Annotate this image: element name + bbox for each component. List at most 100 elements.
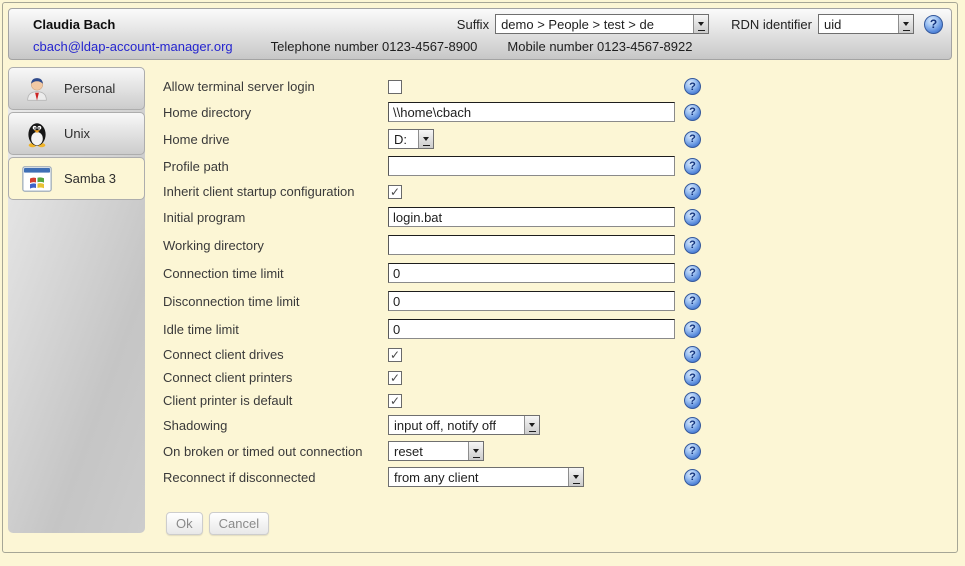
idle-time-limit-control-cell [388,319,684,339]
form-row-allow-terminal-server-login: Allow terminal server login? [163,75,952,98]
home-drive-select-value: D: [394,132,407,147]
help-icon[interactable]: ? [684,237,701,254]
tab-unix[interactable]: Unix [8,112,145,155]
chevron-down-icon [568,468,583,486]
allow-terminal-server-login-label: Allow terminal server login [163,79,388,94]
reconnect-if-disconnected-select[interactable]: from any client [388,467,584,487]
help-icon[interactable]: ? [684,346,701,363]
form-row-on-broken-or-timed-out-connection: On broken or timed out connectionreset? [163,438,952,464]
help-icon[interactable]: ? [684,78,701,95]
working-directory-input[interactable] [388,235,675,255]
disconnection-time-limit-label: Disconnection time limit [163,294,388,309]
help-icon[interactable]: ? [684,443,701,460]
help-icon[interactable]: ? [924,15,943,34]
form-rows: Allow terminal server login?Home directo… [163,75,952,490]
connect-client-drives-checkbox[interactable]: ✓ [388,348,402,362]
suffix-label: Suffix [457,17,489,32]
form-row-home-directory: Home directory? [163,98,952,126]
mobile-label: Mobile number [507,39,593,54]
chevron-down-icon [418,130,433,148]
tab-personal[interactable]: Personal [8,67,145,110]
form-row-shadowing: Shadowinginput off, notify off? [163,412,952,438]
connect-client-drives-label: Connect client drives [163,347,388,362]
form-row-inherit-client-startup-configuration: Inherit client startup configuration✓? [163,180,952,203]
telephone-label: Telephone number [271,39,379,54]
telephone-value: 0123-4567-8900 [382,39,477,54]
email-link[interactable]: cbach@ldap-account-manager.org [33,39,233,54]
rdn-identifier-label: RDN identifier [731,17,812,32]
profile-path-control-cell [388,156,684,176]
connect-client-drives-control-cell: ✓ [388,348,684,362]
idle-time-limit-input[interactable] [388,319,675,339]
form-row-idle-time-limit: Idle time limit? [163,315,952,343]
help-icon[interactable]: ? [684,369,701,386]
samba3-terminal-server-form: Allow terminal server login?Home directo… [163,67,952,535]
home-directory-input[interactable] [388,102,675,122]
suffix-select[interactable]: demo > People > test > de [495,14,709,34]
tab-samba3[interactable]: Samba 3 [8,157,145,200]
allow-terminal-server-login-control-cell [388,80,684,94]
help-icon[interactable]: ? [684,293,701,310]
help-icon[interactable]: ? [684,104,701,121]
inherit-client-startup-configuration-checkbox[interactable]: ✓ [388,185,402,199]
on-broken-or-timed-out-connection-select[interactable]: reset [388,441,484,461]
initial-program-input[interactable] [388,207,675,227]
reconnect-if-disconnected-select-value: from any client [394,470,479,485]
home-drive-select[interactable]: D: [388,129,434,149]
profile-path-input[interactable] [388,156,675,176]
disconnection-time-limit-input[interactable] [388,291,675,311]
inherit-client-startup-configuration-control-cell: ✓ [388,185,684,199]
connection-time-limit-input[interactable] [388,263,675,283]
person-icon [22,74,52,104]
windows-logo-icon [22,164,52,194]
form-row-connection-time-limit: Connection time limit? [163,259,952,287]
on-broken-or-timed-out-connection-control-cell: reset [388,441,684,461]
mobile-info: Mobile number 0123-4567-8922 [507,39,692,54]
connect-client-printers-control-cell: ✓ [388,371,684,385]
help-icon[interactable]: ? [684,417,701,434]
client-printer-is-default-control-cell: ✓ [388,394,684,408]
form-row-profile-path: Profile path? [163,152,952,180]
allow-terminal-server-login-checkbox[interactable] [388,80,402,94]
help-icon[interactable]: ? [684,321,701,338]
connect-client-printers-checkbox[interactable]: ✓ [388,371,402,385]
help-icon[interactable]: ? [684,392,701,409]
on-broken-or-timed-out-connection-select-value: reset [394,444,423,459]
client-printer-is-default-checkbox[interactable]: ✓ [388,394,402,408]
header-controls: Suffix demo > People > test > de RDN ide… [457,14,943,34]
connection-time-limit-control-cell [388,263,684,283]
help-icon[interactable]: ? [684,183,701,200]
shadowing-label: Shadowing [163,418,388,433]
rdn-select-value: uid [824,17,841,32]
form-row-connect-client-printers: Connect client printers✓? [163,366,952,389]
content-area: Personal Unix [8,67,952,535]
rdn-identifier-select[interactable]: uid [818,14,914,34]
module-tabs-sidebar: Personal Unix [8,67,145,533]
form-row-client-printer-is-default: Client printer is default✓? [163,389,952,412]
idle-time-limit-label: Idle time limit [163,322,388,337]
chevron-down-icon [693,15,708,33]
form-buttons: Ok Cancel [166,512,952,535]
shadowing-select[interactable]: input off, notify off [388,415,540,435]
connection-time-limit-label: Connection time limit [163,266,388,281]
help-icon[interactable]: ? [684,209,701,226]
disconnection-time-limit-control-cell [388,291,684,311]
profile-path-label: Profile path [163,159,388,174]
inherit-client-startup-configuration-label: Inherit client startup configuration [163,184,388,199]
help-icon[interactable]: ? [684,265,701,282]
shadowing-control-cell: input off, notify off [388,415,684,435]
home-drive-control-cell: D: [388,129,684,149]
help-icon[interactable]: ? [684,158,701,175]
tab-samba3-label: Samba 3 [64,171,116,186]
help-icon[interactable]: ? [684,131,701,148]
chevron-down-icon [898,15,913,33]
connect-client-printers-label: Connect client printers [163,370,388,385]
help-icon[interactable]: ? [684,469,701,486]
ok-button[interactable]: Ok [166,512,203,535]
suffix-select-value: demo > People > test > de [501,17,654,32]
home-drive-label: Home drive [163,132,388,147]
telephone-info: Telephone number 0123-4567-8900 [271,39,478,54]
cancel-button[interactable]: Cancel [209,512,269,535]
working-directory-label: Working directory [163,238,388,253]
account-header: Claudia Bach Suffix demo > People > test… [8,8,952,60]
